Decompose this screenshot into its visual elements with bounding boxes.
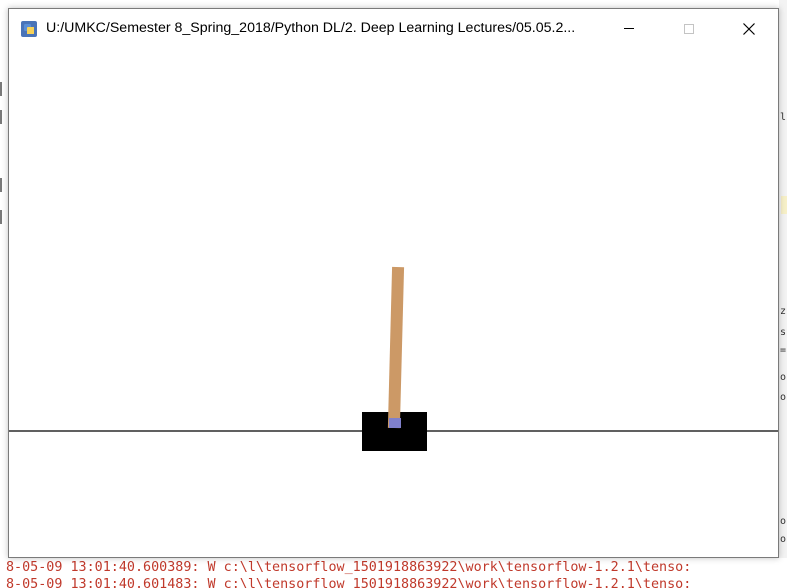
console-output: 8-05-09 13:01:40.600389: W c:\l\tensorfl… — [0, 558, 787, 588]
console-line: 8-05-09 13:01:40.601483: W c:\l\tensorfl… — [6, 577, 692, 588]
background-text: l — [780, 112, 787, 123]
minimize-icon — [624, 28, 634, 29]
console-line: 8-05-09 13:01:40.600389: W c:\l\tensorfl… — [6, 560, 692, 575]
background-text: = — [780, 345, 787, 356]
background-text: s — [780, 327, 787, 338]
background-mark — [0, 178, 2, 192]
background-text: o — [780, 516, 787, 527]
background-mark — [0, 110, 2, 124]
background-highlight — [781, 196, 787, 214]
maximize-button[interactable] — [666, 9, 712, 48]
render-window[interactable]: U:/UMKC/Semester 8_Spring_2018/Python DL… — [8, 8, 779, 558]
close-icon — [743, 22, 755, 35]
python-icon — [21, 21, 37, 37]
axle — [389, 418, 401, 428]
background-text: o — [780, 534, 787, 545]
title-bar[interactable]: U:/UMKC/Semester 8_Spring_2018/Python DL… — [9, 9, 778, 48]
close-button[interactable] — [726, 9, 772, 48]
window-title: U:/UMKC/Semester 8_Spring_2018/Python DL… — [46, 20, 576, 36]
pole — [387, 266, 405, 429]
background-text: o — [780, 392, 787, 403]
background-text: o — [780, 372, 787, 383]
cartpole-scene — [9, 266, 778, 451]
render-canvas — [9, 48, 778, 557]
background-mark — [0, 210, 2, 224]
pole-group — [387, 266, 405, 429]
background-app-edge — [779, 0, 787, 588]
background-mark — [0, 82, 2, 96]
background-text: z — [780, 306, 787, 317]
minimize-button[interactable] — [606, 9, 652, 48]
maximize-icon — [684, 23, 694, 34]
